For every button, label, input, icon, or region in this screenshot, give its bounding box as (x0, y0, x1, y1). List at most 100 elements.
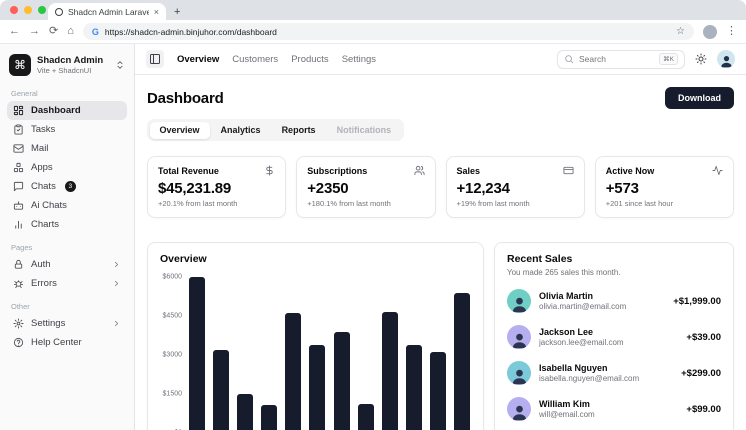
theme-toggle-sun-icon[interactable] (695, 53, 707, 65)
customer-email: will@email.com (539, 410, 595, 419)
stat-card-sales: Sales +12,234 +19% from last month (445, 156, 585, 218)
chart-bar (357, 404, 374, 430)
tab-analytics[interactable]: Analytics (211, 122, 271, 139)
overview-chart-card: Overview $6000$4500$3000$1500$0 JanFebMa… (147, 242, 484, 430)
dollar-icon (264, 165, 275, 176)
sidebar-section-label: Pages (11, 243, 33, 252)
chart-bar-column (188, 277, 205, 430)
customer-email: jackson.lee@email.com (539, 338, 624, 347)
stat-card-change: +201 since last hour (605, 199, 674, 208)
sale-amount: +$1,999.00 (673, 295, 721, 307)
customer-email: isabella.nguyen@email.com (539, 374, 640, 383)
url-text[interactable]: https://shadcn-admin.binjuhor.com/dashbo… (105, 27, 670, 37)
home-icon[interactable]: ⌂ (67, 26, 74, 37)
chart-bar (333, 332, 350, 430)
tab-close-icon[interactable]: × (154, 7, 159, 17)
stat-card-title: Sales (456, 165, 481, 176)
sidebar-item-dashboard[interactable]: Dashboard (7, 101, 127, 120)
sidebar: ⌘ Shadcn Admin Vite + ShadcnUI General Da… (0, 44, 135, 430)
stat-card-active-now: Active Now +573 +201 since last hour (594, 156, 734, 218)
customer-email: olivia.martin@email.com (539, 302, 627, 311)
bug-icon (13, 278, 24, 289)
chart-icon (13, 219, 24, 230)
sidebar-item-chats[interactable]: Chats 3 (7, 177, 127, 196)
forward-icon[interactable]: → (29, 26, 40, 37)
browser-tab[interactable]: Shadcn Admin Laravel × (48, 3, 166, 20)
back-icon[interactable]: ← (9, 26, 20, 37)
workspace-switcher[interactable]: ⌘ Shadcn Admin Vite + ShadcnUI (7, 51, 127, 80)
sidebar-item-help-center[interactable]: Help Center (7, 333, 127, 352)
chart-bar (261, 405, 278, 430)
nav-link-products[interactable]: Products (291, 54, 329, 65)
chart-bar-column (212, 277, 229, 430)
stat-card-total-revenue: Total Revenue $45,231.89 +20.1% from last … (147, 156, 287, 218)
chart-title: Overview (160, 253, 207, 265)
sidebar-item-label: Ai Chats (31, 200, 67, 211)
window-controls (10, 6, 46, 14)
customer-avatar (507, 325, 531, 349)
sale-amount: +$39.00 (686, 331, 721, 343)
maximize-window-button[interactable] (38, 6, 46, 14)
new-tab-button[interactable]: + (174, 6, 180, 20)
download-button[interactable]: Download (665, 87, 734, 109)
app-subtitle: Vite + ShadcnUI (37, 66, 92, 75)
sidebar-item-label: Dashboard (31, 105, 81, 116)
sidebar-item-label: Settings (31, 318, 66, 329)
minimize-window-button[interactable] (24, 6, 32, 14)
sidebar-item-settings[interactable]: Settings (7, 314, 127, 333)
sidebar-item-ai-chats[interactable]: Ai Chats (7, 196, 127, 215)
chart-bar (430, 352, 447, 430)
sidebar-item-tasks[interactable]: Tasks (7, 120, 127, 139)
sidebar-item-auth[interactable]: Auth (7, 255, 127, 274)
chart-bar (309, 345, 326, 430)
chart-bar (188, 277, 205, 430)
stat-card-title: Subscriptions (307, 165, 368, 176)
sidebar-item-mail[interactable]: Mail (7, 139, 127, 158)
nav-link-settings[interactable]: Settings (342, 54, 376, 65)
users-icon (413, 165, 425, 176)
chart-bar-column (285, 277, 302, 430)
stat-card-change: +20.1% from last month (158, 199, 238, 208)
chart-bar-column (454, 277, 471, 430)
chats-count-badge: 3 (64, 181, 76, 192)
help-icon (13, 337, 24, 348)
bookmark-star-icon[interactable]: ☆ (676, 26, 685, 37)
stat-card-change: +19% from last month (456, 199, 530, 208)
sidebar-item-charts[interactable]: Charts (7, 215, 127, 234)
browser-menu-icon[interactable]: ⋮ (726, 26, 737, 37)
chart-bar-column (236, 277, 253, 430)
address-field[interactable]: G https://shadcn-admin.binjuhor.com/dash… (82, 23, 694, 40)
tasks-icon (13, 124, 24, 135)
chat-icon (13, 181, 24, 192)
mail-icon (13, 143, 24, 154)
chart-bar (454, 293, 471, 430)
dashboard-icon (13, 105, 24, 116)
tab-reports[interactable]: Reports (272, 122, 326, 139)
recent-sales-title: Recent Sales (507, 253, 573, 265)
reload-icon[interactable]: ⟳ (49, 26, 58, 37)
sidebar-item-label: Errors (31, 278, 57, 289)
nav-link-customers[interactable]: Customers (232, 54, 278, 65)
stat-card-value: +573 (605, 180, 639, 197)
search-box[interactable]: ⌘K (557, 49, 685, 69)
browser-tab-strip: Shadcn Admin Laravel × + (0, 0, 746, 20)
chevron-right-icon (112, 279, 121, 288)
sidebar-toggle-button[interactable] (146, 50, 164, 68)
tab-notifications[interactable]: Notifications (327, 122, 402, 139)
chevrons-up-down-icon (115, 60, 125, 70)
sidebar-item-label: Help Center (31, 337, 82, 348)
tab-overview[interactable]: Overview (149, 121, 210, 139)
chevron-right-icon (112, 319, 121, 328)
chart-bar (406, 345, 423, 430)
close-window-button[interactable] (10, 6, 18, 14)
sales-list-item: Olivia Martin olivia.martin@email.com +$1,… (507, 289, 721, 313)
user-avatar[interactable] (717, 50, 735, 68)
nav-link-overview[interactable]: Overview (177, 54, 219, 65)
stat-card-value: $45,231.89 (158, 180, 232, 197)
customer-avatar (507, 397, 531, 421)
sales-list-item: Jackson Lee jackson.lee@email.com +$39.00 (507, 325, 721, 349)
browser-profile-avatar[interactable] (703, 24, 717, 39)
sidebar-item-apps[interactable]: Apps (7, 158, 127, 177)
search-input[interactable] (579, 54, 655, 64)
sidebar-item-errors[interactable]: Errors (7, 274, 127, 293)
